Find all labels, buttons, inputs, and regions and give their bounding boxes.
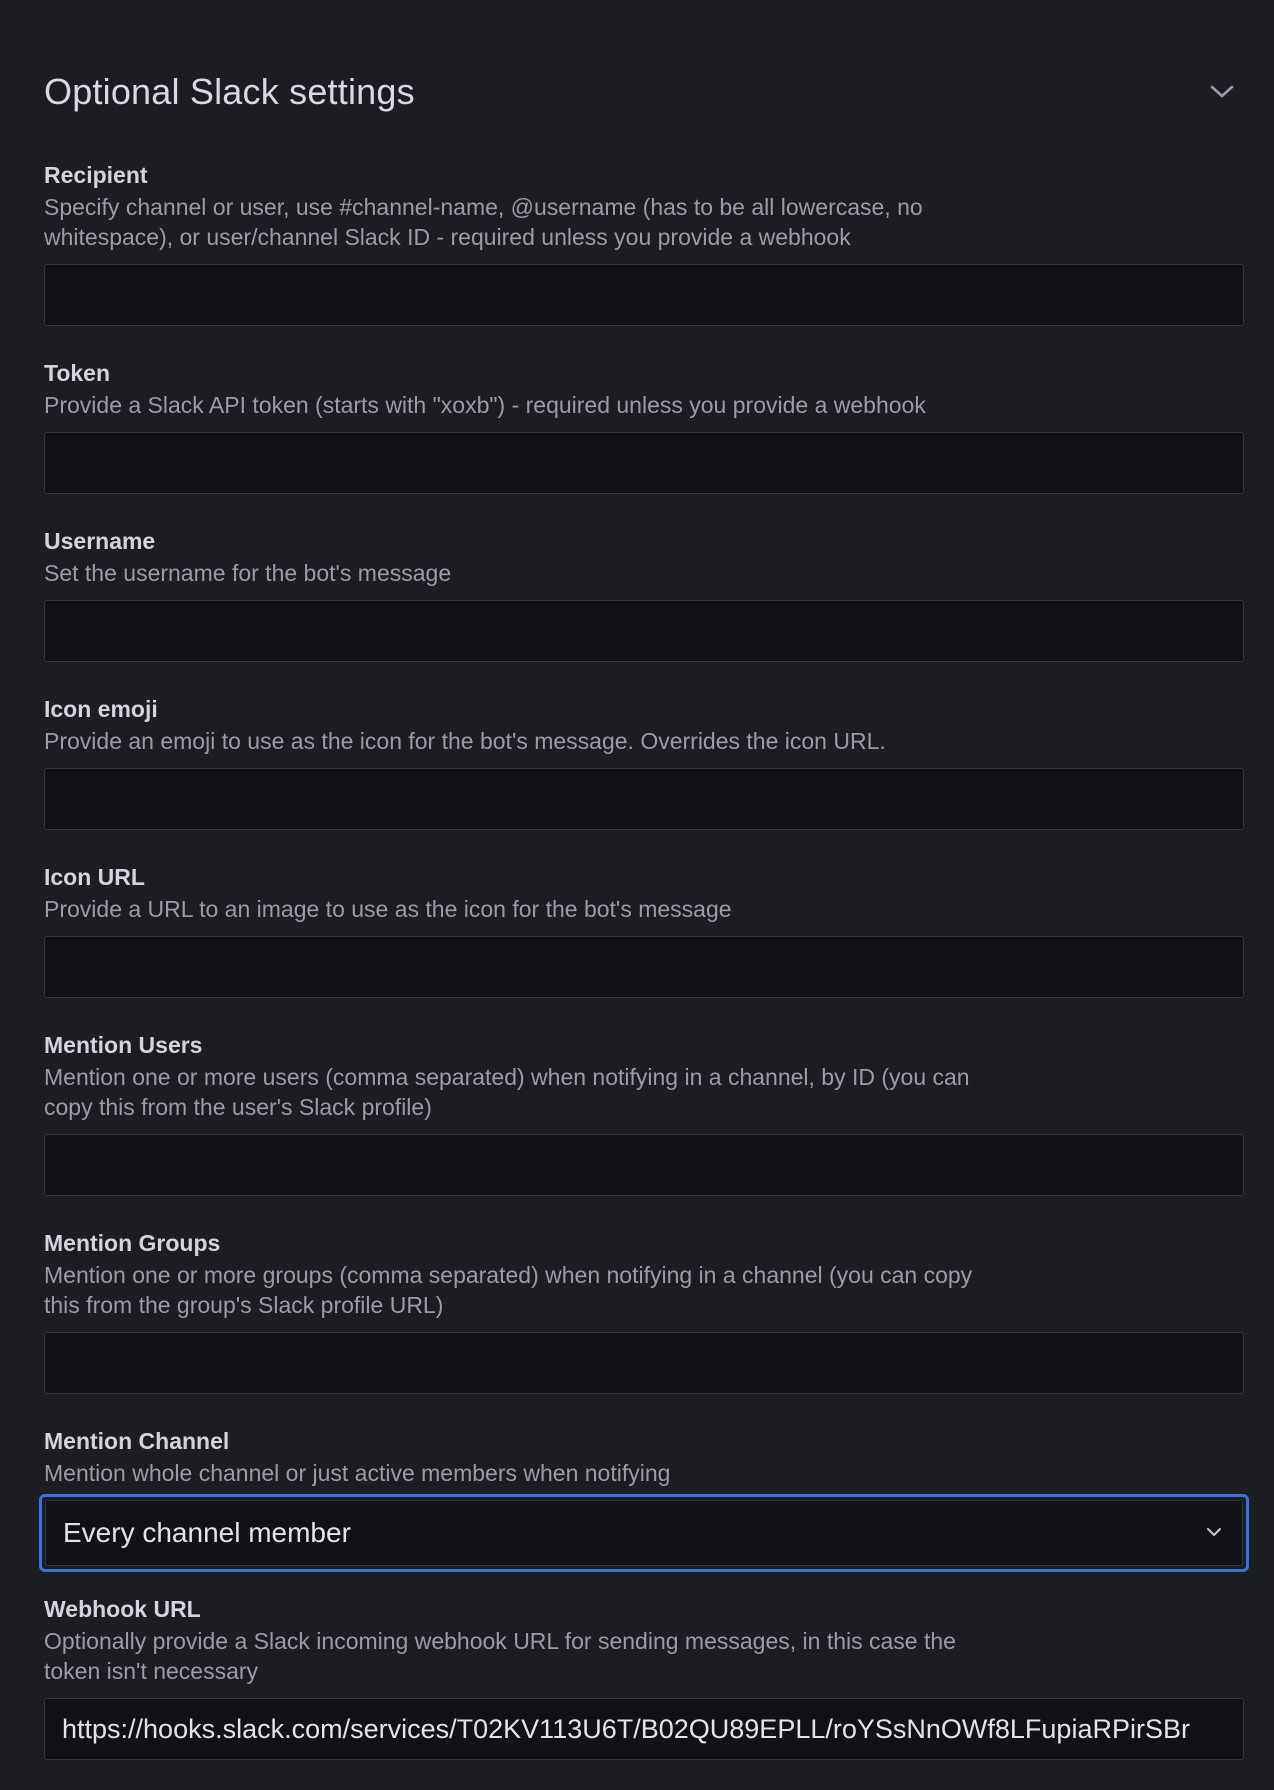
mention-groups-description: Mention one or more groups (comma separa…: [44, 1262, 973, 1318]
username-label: Username: [44, 528, 156, 554]
mention-channel-label: Mention Channel: [44, 1428, 230, 1454]
webhook-url-input[interactable]: https://hooks.slack.com/services/T02KV11…: [44, 1698, 1244, 1760]
token-description: Provide a Slack API token (starts with "…: [44, 392, 926, 418]
chevron-down-icon: [1206, 1524, 1222, 1542]
mention-users-input[interactable]: [44, 1134, 1244, 1196]
icon-emoji-label: Icon emoji: [44, 696, 158, 722]
icon-url-label: Icon URL: [44, 864, 145, 890]
mention-users-field: Mention Users Mention one or more users …: [44, 1030, 1244, 1196]
webhook-url-value: https://hooks.slack.com/services/T02KV11…: [62, 1713, 1190, 1744]
optional-slack-settings-panel: Optional Slack settings Recipient Specif…: [0, 0, 1274, 1790]
username-description: Set the username for the bot's message: [44, 560, 452, 586]
mention-channel-selected-value: Every channel member: [63, 1517, 351, 1548]
mention-channel-description: Mention whole channel or just active mem…: [44, 1460, 671, 1486]
token-label: Token: [44, 360, 111, 386]
mention-channel-field: Mention Channel Mention whole channel or…: [39, 1426, 1249, 1572]
chevron-down-icon[interactable]: [1202, 72, 1242, 112]
token-input[interactable]: [44, 432, 1244, 494]
username-input[interactable]: [44, 600, 1244, 662]
mention-groups-label: Mention Groups: [44, 1230, 221, 1256]
icon-emoji-field: Icon emoji Provide an emoji to use as th…: [44, 694, 1244, 830]
icon-url-field: Icon URL Provide a URL to an image to us…: [44, 862, 1244, 998]
recipient-label: Recipient: [44, 162, 148, 188]
webhook-url-description: Optionally provide a Slack incoming webh…: [44, 1628, 956, 1684]
recipient-input[interactable]: [44, 264, 1244, 326]
recipient-description: Specify channel or user, use #channel-na…: [44, 194, 923, 250]
recipient-field: Recipient Specify channel or user, use #…: [44, 160, 1244, 326]
section-header[interactable]: Optional Slack settings: [44, 66, 1244, 118]
token-field: Token Provide a Slack API token (starts …: [44, 358, 1244, 494]
mention-channel-select[interactable]: Every channel member: [45, 1500, 1243, 1566]
webhook-url-field: Webhook URL Optionally provide a Slack i…: [44, 1594, 1244, 1760]
icon-url-description: Provide a URL to an image to use as the …: [44, 896, 732, 922]
mention-groups-field: Mention Groups Mention one or more group…: [44, 1228, 1244, 1394]
mention-groups-input[interactable]: [44, 1332, 1244, 1394]
webhook-url-label: Webhook URL: [44, 1596, 201, 1622]
icon-emoji-description: Provide an emoji to use as the icon for …: [44, 728, 886, 754]
username-field: Username Set the username for the bot's …: [44, 526, 1244, 662]
mention-users-description: Mention one or more users (comma separat…: [44, 1064, 970, 1120]
mention-users-label: Mention Users: [44, 1032, 203, 1058]
mention-channel-select-focus-ring: Every channel member: [39, 1494, 1249, 1572]
section-title: Optional Slack settings: [44, 71, 415, 112]
icon-emoji-input[interactable]: [44, 768, 1244, 830]
icon-url-input[interactable]: [44, 936, 1244, 998]
